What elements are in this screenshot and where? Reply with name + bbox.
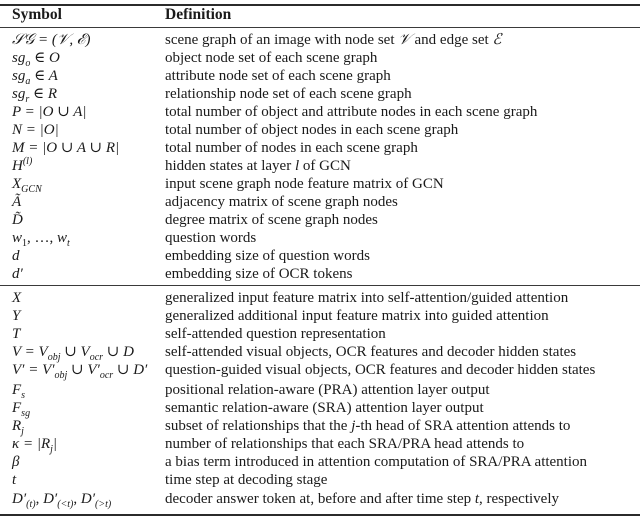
table-row: sgo ∈ O object node set of each scene gr… [0,49,640,69]
symbol-cell: β [12,454,20,470]
table-row: V = Vobj ∪ Vocr ∪ D self-attended visual… [0,343,640,363]
header-definition: Definition [165,6,232,23]
symbol-cell: sga ∈ A [12,68,58,87]
definition-cell: input scene graph node feature matrix of… [165,176,444,192]
symbol-cell: d′ [12,266,23,282]
table-row: d′ embedding size of OCR tokens [0,265,640,283]
definition-cell: total number of nodes in each scene grap… [165,140,418,156]
symbol-cell: Fs [12,382,26,401]
table-row: XGCN input scene graph node feature matr… [0,175,640,195]
definition-cell: positional relation-aware (PRA) attentio… [165,382,490,398]
definition-cell: subset of relationships that the j-th he… [165,418,571,434]
table-row: Ã adjacency matrix of scene graph nodes [0,193,640,211]
definition-cell: attribute node set of each scene graph [165,68,391,84]
definition-cell: total number of object and attribute nod… [165,104,538,120]
symbol-cell: Ã [12,194,22,210]
symbol-cell: N = |O| [12,122,59,138]
table-row: M = |O ∪ A ∪ R| total number of nodes in… [0,139,640,157]
definition-cell: generalized additional input feature mat… [165,308,549,324]
definition-cell: adjacency matrix of scene graph nodes [165,194,398,210]
definition-cell: embedding size of question words [165,248,370,264]
definition-cell: a bias term introduced in attention comp… [165,454,588,470]
symbol-cell: t [12,472,17,488]
bottom-rule [0,514,640,516]
symbol-cell: T [12,326,21,342]
symbol-cell: X [12,290,22,306]
table-row: Fsg semantic relation-aware (SRA) attent… [0,399,640,419]
symbol-cell: P = |O ∪ A| [12,104,87,120]
symbol-cell: Y [12,308,21,324]
table-row: sgr ∈ R relationship node set of each sc… [0,85,640,105]
definition-cell: semantic relation-aware (SRA) attention … [165,400,484,416]
definition-cell: hidden states at layer l of GCN [165,158,351,174]
table-row: Fs positional relation-aware (PRA) atten… [0,381,640,401]
definition-cell: decoder answer token at, before and afte… [165,491,559,507]
symbol-cell: V = Vobj ∪ Vocr ∪ D [12,344,134,363]
table-row: d embedding size of question words [0,247,640,265]
definition-cell: question-guided visual objects, OCR feat… [165,362,596,378]
symbol-cell: D′(t), D′(<t), D′(>t) [12,491,112,510]
symbol-cell: XGCN [12,176,42,195]
header-symbol: Symbol [12,6,62,23]
definition-cell: self-attended question representation [165,326,386,342]
table-row: D̃ degree matrix of scene graph nodes [0,211,640,229]
table-row: β a bias term introduced in attention co… [0,453,640,471]
definition-cell: degree matrix of scene graph nodes [165,212,378,228]
definition-cell: object node set of each scene graph [165,50,378,66]
symbol-cell: 𝒮𝒢 = (𝒱, ℰ) [12,32,91,48]
table-row: Rj subset of relationships that the j-th… [0,417,640,437]
table-row: sga ∈ A attribute node set of each scene… [0,67,640,87]
table-row: t time step at decoding stage [0,471,640,489]
table-row: κ = |Rj| number of relationships that ea… [0,435,640,455]
definition-cell: question words [165,230,257,246]
top-rule [0,4,640,6]
symbol-cell: M = |O ∪ A ∪ R| [12,140,120,156]
table-row: P = |O ∪ A| total number of object and a… [0,103,640,121]
definition-cell: generalized input feature matrix into se… [165,290,569,306]
symbol-cell: H(l) [12,156,33,175]
header-rule [0,27,640,28]
section-rule [0,285,640,286]
definition-cell: time step at decoding stage [165,472,328,488]
table-row: H(l) hidden states at layer l of GCN [0,157,640,175]
table-row: 𝒮𝒢 = (𝒱, ℰ) scene graph of an image with… [0,31,640,49]
table-row: Y generalized additional input feature m… [0,307,640,325]
symbol-cell: V′ = V′obj ∪ V′ocr ∪ D′ [12,362,148,381]
symbol-cell: sgo ∈ O [12,50,60,69]
symbol-cell: sgr ∈ R [12,86,58,105]
table-row: T self-attended question representation [0,325,640,343]
definition-cell: scene graph of an image with node set 𝒱 … [165,32,502,48]
symbol-cell: D̃ [12,212,23,228]
symbol-cell: d [12,248,20,264]
table-row: N = |O| total number of object nodes in … [0,121,640,139]
table-row: w1, …, wt question words [0,229,640,249]
table-row: D′(t), D′(<t), D′(>t) decoder answer tok… [0,490,640,510]
table-row: V′ = V′obj ∪ V′ocr ∪ D′ question-guided … [0,361,640,381]
definition-cell: self-attended visual objects, OCR featur… [165,344,577,360]
definition-cell: total number of object nodes in each sce… [165,122,459,138]
definition-cell: number of relationships that each SRA/PR… [165,436,525,452]
symbol-cell: Fsg [12,400,31,419]
symbol-cell: Rj [12,418,24,437]
symbol-cell: κ = |Rj| [12,436,58,455]
definition-cell: embedding size of OCR tokens [165,266,353,282]
symbol-cell: w1, …, wt [12,230,70,249]
definition-cell: relationship node set of each scene grap… [165,86,412,102]
table-row: X generalized input feature matrix into … [0,289,640,307]
